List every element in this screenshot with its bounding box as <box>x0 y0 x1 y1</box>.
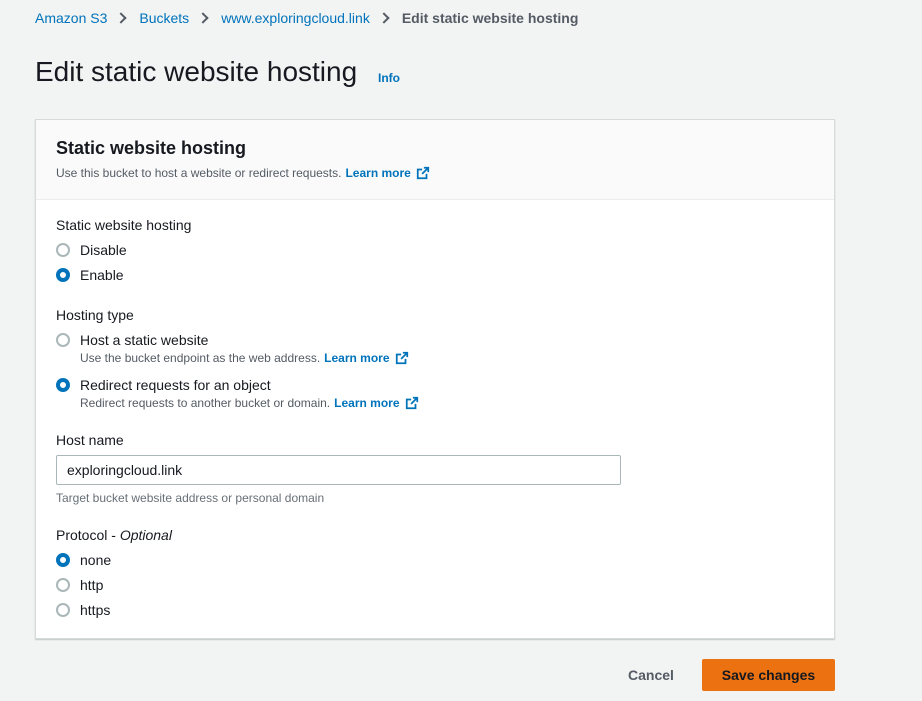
external-link-icon <box>405 396 418 410</box>
learn-more-label: Learn more <box>345 166 411 180</box>
redirect-requests-desc: Redirect requests to another bucket or d… <box>80 396 419 410</box>
disable-label: Disable <box>80 242 127 258</box>
learn-more-link[interactable]: Learn more <box>345 166 429 180</box>
learn-more-link[interactable]: Learn more <box>324 351 408 365</box>
static-website-hosting-panel: Static website hosting Use this bucket t… <box>35 119 835 639</box>
host-static-website-desc: Use the bucket endpoint as the web addre… <box>80 351 409 365</box>
panel-description: Use this bucket to host a website or red… <box>56 166 814 180</box>
cancel-button[interactable]: Cancel <box>628 667 674 683</box>
hosting-label: Static website hosting <box>56 217 192 233</box>
protocol-https-label: https <box>80 602 111 618</box>
external-link-icon <box>416 166 429 180</box>
redirect-requests-radio[interactable] <box>56 378 70 392</box>
save-changes-button[interactable]: Save changes <box>702 659 835 691</box>
hosting-type-option-static[interactable]: Host a static website Use the bucket end… <box>56 330 409 365</box>
hosting-option-enable[interactable]: Enable <box>56 265 124 285</box>
panel-description-text: Use this bucket to host a website or red… <box>56 166 342 180</box>
chevron-right-icon <box>197 12 209 24</box>
info-link[interactable]: Info <box>378 71 400 85</box>
page-title: Edit static website hosting <box>35 56 358 87</box>
disable-radio[interactable] <box>56 243 70 257</box>
hosting-option-disable[interactable]: Disable <box>56 240 127 260</box>
protocol-option-none[interactable]: none <box>56 550 111 570</box>
protocol-none-radio[interactable] <box>56 553 70 567</box>
breadcrumb-bucket-name[interactable]: www.exploringcloud.link <box>221 10 370 26</box>
protocol-https-radio[interactable] <box>56 603 70 617</box>
panel-title: Static website hosting <box>56 138 247 158</box>
protocol-http-label: http <box>80 577 104 593</box>
protocol-label: Protocol - Optional <box>56 527 172 543</box>
host-static-website-label: Host a static website <box>80 332 209 348</box>
redirect-requests-desc-text: Redirect requests to another bucket or d… <box>80 396 331 410</box>
chevron-right-icon <box>115 12 128 24</box>
protocol-none-label: none <box>80 552 112 568</box>
breadcrumb-buckets[interactable]: Buckets <box>139 10 189 26</box>
host-name-input[interactable] <box>56 455 621 485</box>
breadcrumb-amazon-s3[interactable]: Amazon S3 <box>35 10 107 26</box>
host-name-label: Host name <box>56 432 124 448</box>
host-static-website-radio[interactable] <box>56 333 70 347</box>
host-static-website-desc-text: Use the bucket endpoint as the web addre… <box>80 351 321 365</box>
protocol-option-http[interactable]: http <box>56 575 103 595</box>
protocol-http-radio[interactable] <box>56 578 70 592</box>
external-link-icon <box>395 351 408 365</box>
enable-radio[interactable] <box>56 268 70 282</box>
host-name-hint: Target bucket website address or persona… <box>56 491 325 505</box>
breadcrumb: Amazon S3 Buckets www.exploringcloud.lin… <box>35 10 578 26</box>
panel-header: Static website hosting Use this bucket t… <box>36 120 834 200</box>
redirect-requests-label: Redirect requests for an object <box>80 377 271 393</box>
protocol-label-text: Protocol - <box>56 527 120 543</box>
protocol-optional: Optional <box>119 527 172 543</box>
chevron-right-icon <box>378 12 390 24</box>
enable-label: Enable <box>80 267 124 283</box>
learn-more-link[interactable]: Learn more <box>334 396 418 410</box>
learn-more-label: Learn more <box>324 351 390 365</box>
breadcrumb-current: Edit static website hosting <box>401 10 579 26</box>
protocol-option-https[interactable]: https <box>56 600 110 620</box>
learn-more-label: Learn more <box>334 396 400 410</box>
hosting-type-option-redirect[interactable]: Redirect requests for an object Redirect… <box>56 375 419 410</box>
hosting-type-label: Hosting type <box>56 307 134 323</box>
